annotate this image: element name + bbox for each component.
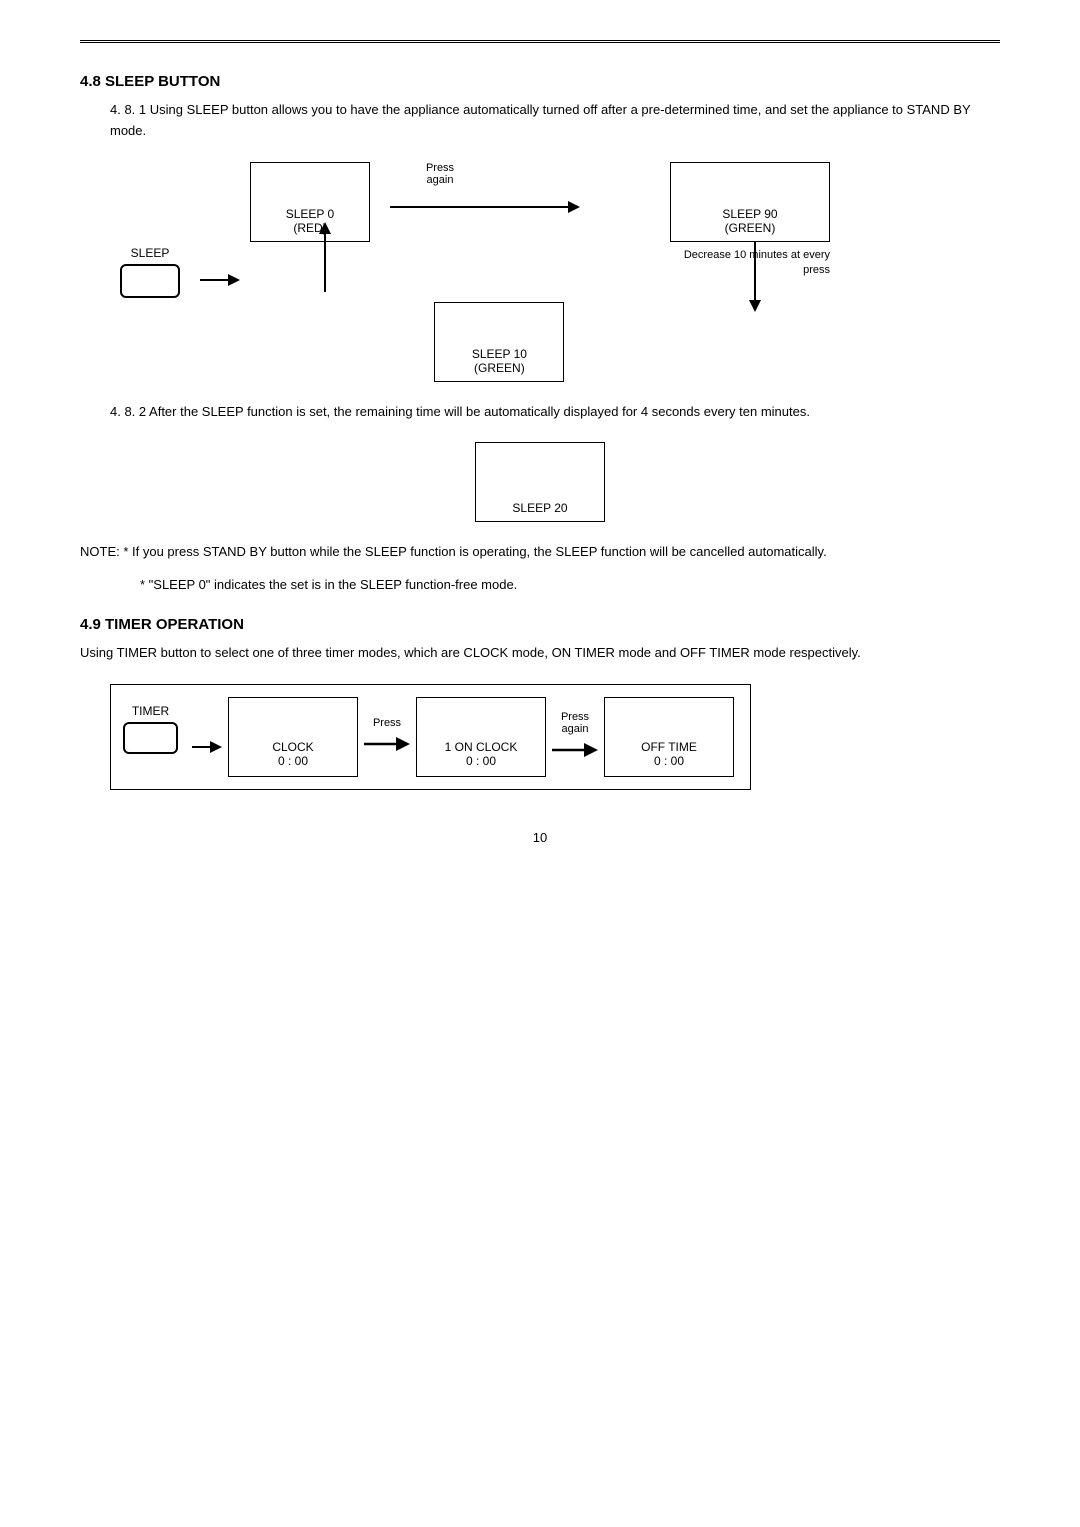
press-col: Press xyxy=(364,717,410,757)
sleep10-box: SLEEP 10 (GREEN) xyxy=(434,302,564,382)
arrow-sleep90-down xyxy=(740,242,770,322)
section-49-title: 4.9 TIMER OPERATION xyxy=(80,616,1000,633)
sleep-button-shape xyxy=(120,264,180,298)
press-label: Press xyxy=(373,717,401,729)
note2: * "SLEEP 0" indicates the set is in the … xyxy=(140,575,1000,596)
timer-button-col: TIMER xyxy=(123,704,178,754)
section-48-para2: 4. 8. 2 After the SLEEP function is set,… xyxy=(110,402,1000,423)
sleep-diagram: SLEEP SLEEP 0 (RED) Press again xyxy=(120,162,1000,382)
big-arrow1 xyxy=(364,731,410,757)
timer-outer-box: TIMER CLOCK 0 : 00 Press xyxy=(110,684,751,790)
press-again-col: Press again xyxy=(552,711,598,763)
off-time-label: OFF TIME xyxy=(641,740,697,754)
sleep10-color: (GREEN) xyxy=(435,361,563,375)
section-48-title: 4.8 SLEEP BUTTON xyxy=(80,73,1000,90)
on-clock-value: 0 : 00 xyxy=(466,754,496,768)
section-48-para1: 4. 8. 1 Using SLEEP button allows you to… xyxy=(110,100,1000,142)
arrow-sleep10-up xyxy=(310,222,340,302)
timer-button-shape xyxy=(123,722,178,754)
section-49-para1: Using TIMER button to select one of thre… xyxy=(80,643,1000,664)
clock-box: CLOCK 0 : 00 xyxy=(228,697,358,777)
press-again-label: Press again xyxy=(400,162,480,186)
page-number: 10 xyxy=(80,830,1000,845)
sleep90-color: (GREEN) xyxy=(671,221,829,235)
sleep20-wrapper: SLEEP 20 xyxy=(80,442,1000,522)
arrow-timer-clock xyxy=(192,735,222,762)
on-clock-box: 1 ON CLOCK 0 : 00 xyxy=(416,697,546,777)
timer-diagram-wrapper: TIMER CLOCK 0 : 00 Press xyxy=(110,684,1000,790)
sleep20-box: SLEEP 20 xyxy=(475,442,605,522)
press-again-label: Press again xyxy=(561,711,589,735)
sleep90-box: SLEEP 90 (GREEN) xyxy=(670,162,830,242)
sleep90-label: SLEEP 90 xyxy=(671,207,829,221)
sleep-cycle-area: SLEEP 0 (RED) Press again SLEEP 90 (GREE… xyxy=(250,162,830,382)
sleep-button-col: SLEEP xyxy=(120,246,180,298)
sleep0-label: SLEEP 0 xyxy=(251,207,369,221)
sleep20-label: SLEEP 20 xyxy=(512,501,567,515)
off-time-box: OFF TIME 0 : 00 xyxy=(604,697,734,777)
arrow1 xyxy=(200,265,240,298)
note1: NOTE: * If you press STAND BY button whi… xyxy=(80,542,1000,563)
sleep-label: SLEEP xyxy=(131,246,170,260)
off-time-value: 0 : 00 xyxy=(654,754,684,768)
arrow1-svg xyxy=(200,265,240,295)
top-border xyxy=(80,40,1000,43)
big-arrow2 xyxy=(552,737,598,763)
clock-label: CLOCK xyxy=(272,740,313,754)
timer-label: TIMER xyxy=(132,704,169,718)
clock-value: 0 : 00 xyxy=(278,754,308,768)
on-clock-label: 1 ON CLOCK xyxy=(445,740,518,754)
sleep10-label: SLEEP 10 xyxy=(435,347,563,361)
arrow-sleep0-sleep90 xyxy=(390,192,590,222)
